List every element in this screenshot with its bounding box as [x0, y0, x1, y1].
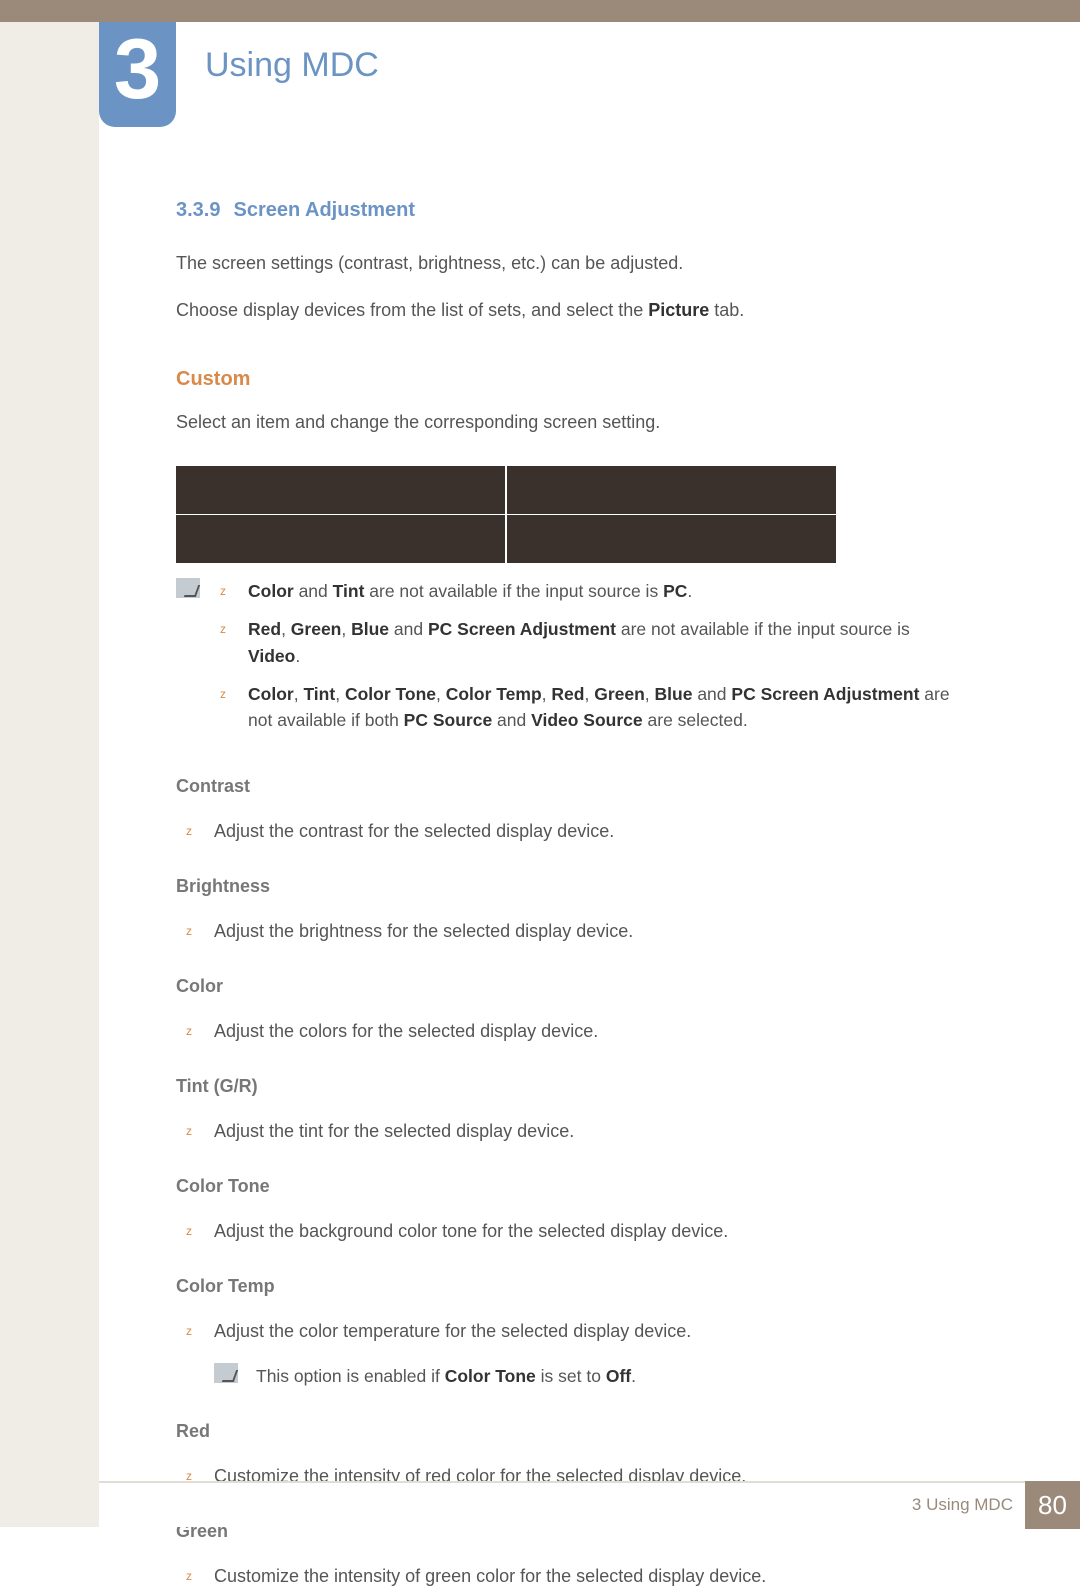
section-heading: 3.3.9 Screen Adjustment [176, 195, 966, 225]
t: , [335, 684, 345, 704]
t: and [692, 684, 731, 704]
tint-head: Tint (G/R) [176, 1073, 966, 1100]
t: Color Tone [445, 1366, 536, 1386]
intro-text-2: Choose display devices from the list of … [176, 297, 966, 324]
intro-text-1: The screen settings (contrast, brightnes… [176, 250, 966, 277]
footer-chapter-label: 3 Using MDC [912, 1492, 1013, 1518]
t: , [584, 684, 594, 704]
chapter-title: Using MDC [205, 40, 379, 91]
note-item-2: Red, Green, Blue and PC Screen Adjustmen… [220, 616, 966, 669]
t: are selected. [643, 710, 748, 730]
left-margin-bar [0, 0, 99, 1527]
t: . [295, 646, 300, 666]
t: Green [594, 684, 645, 704]
note-icon [176, 578, 200, 598]
t: and [492, 710, 531, 730]
custom-text: Select an item and change the correspond… [176, 409, 966, 436]
t: PC Source [404, 710, 493, 730]
t: Color Tone [345, 684, 436, 704]
colortemp-head: Color Temp [176, 1273, 966, 1300]
note-item-3: Color, Tint, Color Tone, Color Temp, Red… [220, 681, 966, 734]
t: Video [248, 646, 295, 666]
t: This option is enabled if [256, 1366, 445, 1386]
colortemp-note: This option is enabled if Color Tone is … [214, 1363, 966, 1389]
chapter-number-badge: 3 [99, 22, 176, 127]
page-content: 3.3.9 Screen Adjustment The screen setti… [176, 195, 966, 1590]
screenshot-placeholder [176, 466, 966, 563]
t: . [631, 1366, 636, 1386]
t: , [436, 684, 446, 704]
t: PC [663, 581, 687, 601]
t: Blue [351, 619, 389, 639]
top-header-bar [0, 0, 1080, 22]
intro-text-2b-bold: Picture [648, 300, 709, 320]
colortemp-text: Adjust the color temperature for the sel… [176, 1318, 966, 1345]
t: Color Temp [446, 684, 542, 704]
brightness-text: Adjust the brightness for the selected d… [176, 918, 966, 945]
note-block: Color and Tint are not available if the … [176, 578, 966, 745]
note-icon [214, 1363, 238, 1383]
t: are not available if the input source is [364, 581, 663, 601]
t: , [542, 684, 552, 704]
t: Green [291, 619, 342, 639]
t: , [294, 684, 304, 704]
note-list: Color and Tint are not available if the … [220, 578, 966, 745]
t: Blue [655, 684, 693, 704]
custom-heading: Custom [176, 364, 966, 394]
intro-text-2a: Choose display devices from the list of … [176, 300, 648, 320]
t: Tint [333, 581, 365, 601]
contrast-head: Contrast [176, 773, 966, 800]
placeholder-row [176, 515, 836, 563]
t: and [389, 619, 428, 639]
t: Video Source [531, 710, 643, 730]
t: is set to [536, 1366, 606, 1386]
t: . [687, 581, 692, 601]
t: PC Screen Adjustment [731, 684, 919, 704]
t: , [341, 619, 351, 639]
note-item-1: Color and Tint are not available if the … [220, 578, 966, 604]
colortemp-note-text: This option is enabled if Color Tone is … [256, 1363, 636, 1389]
t: and [294, 581, 333, 601]
contrast-text: Adjust the contrast for the selected dis… [176, 818, 966, 845]
t: Off [606, 1366, 631, 1386]
color-text: Adjust the colors for the selected displ… [176, 1018, 966, 1045]
placeholder-row [176, 466, 836, 514]
colortone-text: Adjust the background color tone for the… [176, 1218, 966, 1245]
footer-inner: 3 Using MDC 80 [912, 1483, 1080, 1527]
t: , [645, 684, 655, 704]
color-head: Color [176, 973, 966, 1000]
t: Tint [303, 684, 335, 704]
t: Red [248, 619, 281, 639]
brightness-head: Brightness [176, 873, 966, 900]
tint-text: Adjust the tint for the selected display… [176, 1118, 966, 1145]
intro-text-2c: tab. [709, 300, 744, 320]
t: PC Screen Adjustment [428, 619, 616, 639]
t: Color [248, 684, 294, 704]
t: Color [248, 581, 294, 601]
colortone-head: Color Tone [176, 1173, 966, 1200]
footer-page-number: 80 [1025, 1481, 1080, 1529]
t: , [281, 619, 291, 639]
green-text: Customize the intensity of green color f… [176, 1563, 966, 1590]
section-title: Screen Adjustment [234, 199, 416, 221]
t: are not available if the input source is [616, 619, 910, 639]
section-number: 3.3.9 [176, 199, 220, 221]
t: Red [551, 684, 584, 704]
page-footer: 3 Using MDC 80 [99, 1481, 1080, 1527]
red-head: Red [176, 1418, 966, 1445]
